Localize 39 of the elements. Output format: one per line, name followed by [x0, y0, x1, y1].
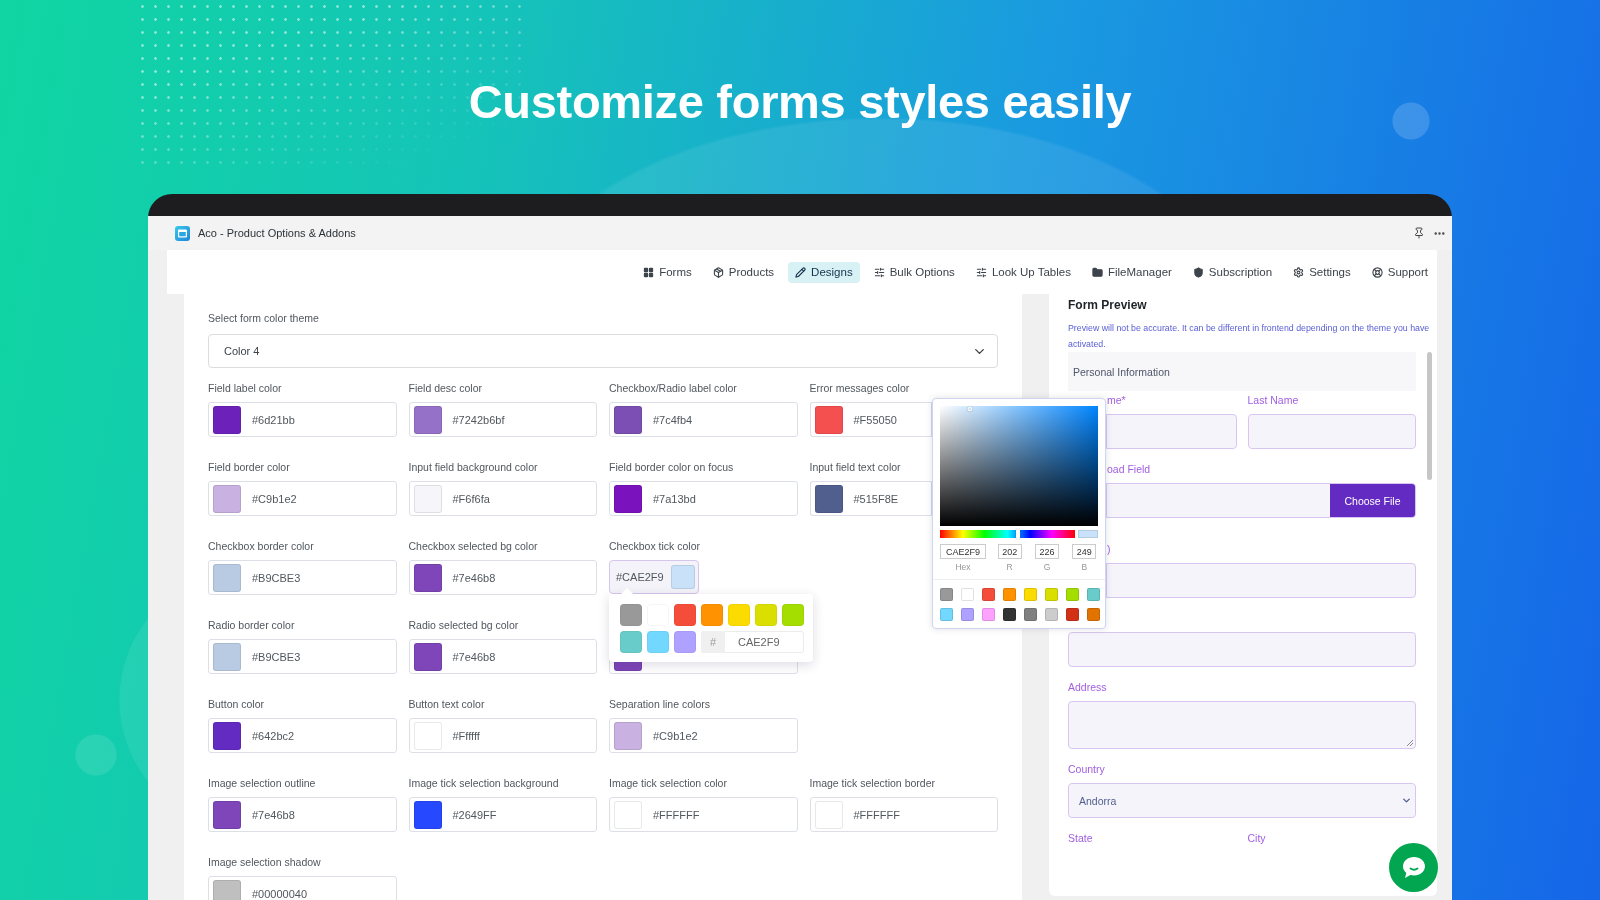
field-label: Field border color — [208, 461, 290, 473]
field-label: Checkbox selected bg color — [408, 540, 538, 552]
field-label: me* — [1107, 394, 1126, 406]
field-label: Last Name — [1247, 394, 1299, 406]
input-caption: G — [1043, 562, 1051, 572]
field-label: Input field text color — [809, 461, 901, 473]
section-header: Personal Information — [1068, 352, 1416, 391]
preview-title: Form Preview — [1068, 298, 1148, 313]
field-label: Field desc color — [408, 382, 483, 394]
preview-note: Preview will not be accurate. It can be different in frontend depending on the theme you have activated. — [1068, 322, 1431, 351]
field-label: Image selection outline — [208, 777, 316, 789]
window-title: Aco - Product Options & Addons — [198, 227, 357, 239]
input-caption: B — [1081, 562, 1088, 572]
field-label: City — [1247, 832, 1266, 844]
field-label: Checkbox tick color — [609, 540, 701, 552]
field-label: Image tick selection background — [408, 777, 559, 789]
field-label: oad Field — [1107, 463, 1151, 475]
field-label: Radio border color — [208, 619, 295, 631]
field-label: Address — [1068, 681, 1107, 693]
field-label: Image tick selection border — [809, 777, 935, 789]
field-label: Radio selected bg color — [408, 619, 519, 631]
input-caption: R — [1006, 562, 1013, 572]
field-label: Country — [1068, 763, 1105, 775]
field-label: Image selection shadow — [208, 856, 321, 868]
field-label: Separation line colors — [609, 698, 710, 710]
field-label: Button text color — [408, 698, 485, 710]
field-label: State — [1068, 832, 1093, 844]
field-label: Button color — [208, 698, 265, 710]
field-label: Image tick selection color — [609, 777, 727, 789]
field-label: Field border color on focus — [609, 461, 734, 473]
headline: Customize forms styles easily — [468, 73, 1132, 129]
field-label: Checkbox border color — [208, 540, 314, 552]
field-label: Input field background color — [408, 461, 538, 473]
field-label: Select form color theme — [208, 312, 320, 324]
field-label: Field label color — [208, 382, 282, 394]
field-label: Error messages color — [809, 382, 910, 394]
field-label: ) — [1107, 543, 1111, 555]
input-caption: Hex — [955, 562, 971, 572]
field-label: Checkbox/Radio label color — [609, 382, 737, 394]
